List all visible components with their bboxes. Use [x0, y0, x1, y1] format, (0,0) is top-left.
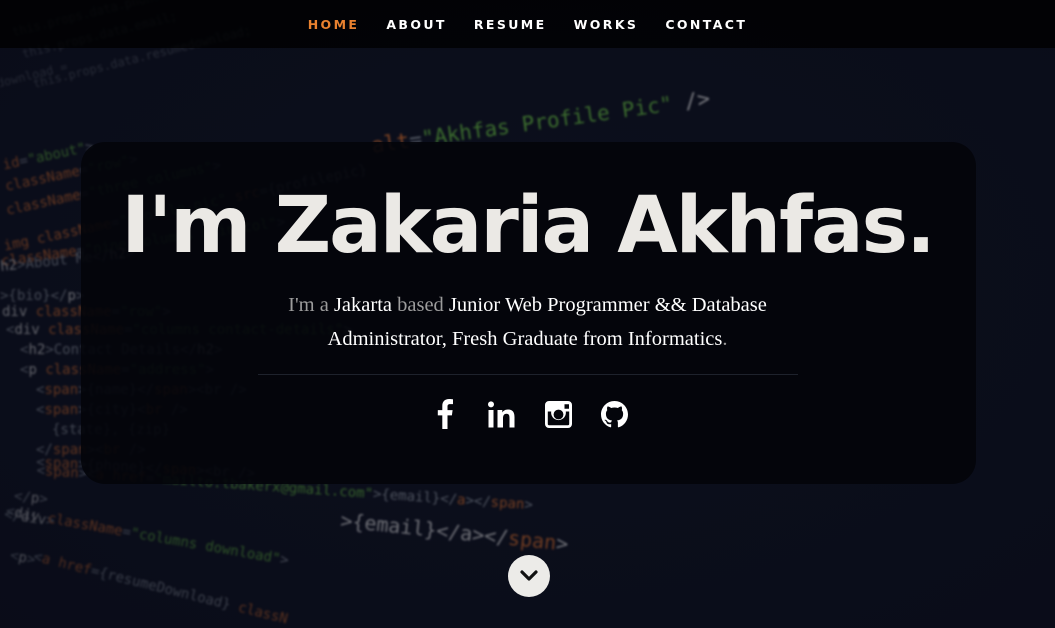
facebook-icon[interactable]: [430, 396, 460, 432]
subtitle-period: .: [722, 328, 728, 350]
social-links: [430, 396, 630, 432]
scroll-down-button[interactable]: [508, 555, 550, 597]
nav-about-link[interactable]: ABOUT: [386, 17, 447, 32]
nav-resume-link[interactable]: RESUME: [474, 17, 547, 32]
hero-title: I'm Zakaria Akhfas.: [121, 181, 935, 271]
instagram-icon[interactable]: [543, 396, 573, 432]
subtitle-city: Jakarta: [333, 294, 392, 316]
chevron-down-icon: [520, 570, 538, 581]
subtitle-intro: I'm a: [288, 294, 334, 316]
top-navigation: HOME ABOUT RESUME WORKS CONTACT: [0, 0, 1055, 48]
github-icon[interactable]: [600, 396, 630, 432]
hero-subtitle: I'm a Jakarta based Junior Web Programme…: [240, 288, 815, 356]
subtitle-based: based: [392, 294, 449, 316]
hero-divider: [258, 374, 798, 375]
nav-home-link[interactable]: HOME: [308, 17, 360, 32]
nav-works-link[interactable]: WORKS: [574, 17, 639, 32]
nav-contact-link[interactable]: CONTACT: [665, 17, 747, 32]
linkedin-icon[interactable]: [487, 396, 517, 432]
